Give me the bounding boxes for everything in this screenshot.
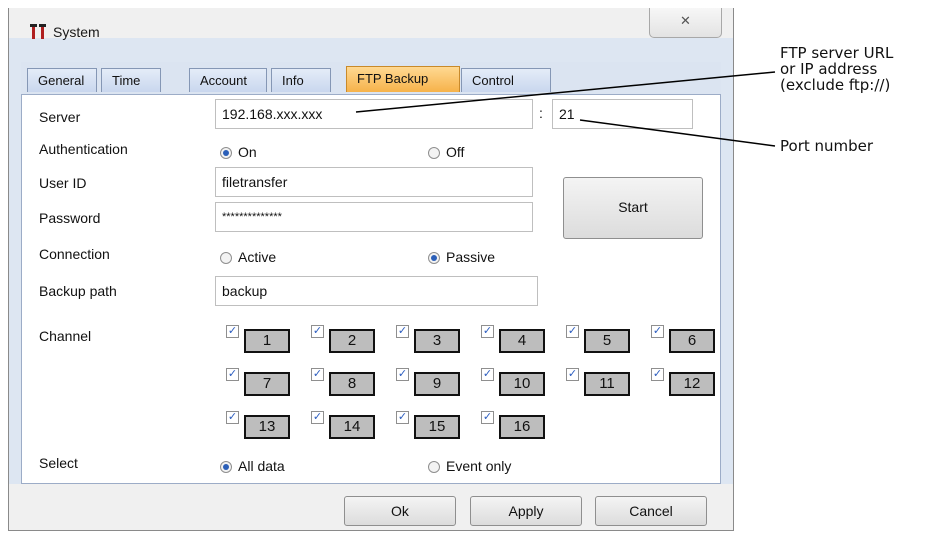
server-callout-text: FTP server URL or IP address (exclude ft…	[780, 44, 894, 94]
tab-ftp-backup[interactable]: FTP Backup	[346, 66, 460, 92]
port-callout-text: Port number	[780, 137, 874, 155]
port-callout-line	[579, 119, 776, 147]
